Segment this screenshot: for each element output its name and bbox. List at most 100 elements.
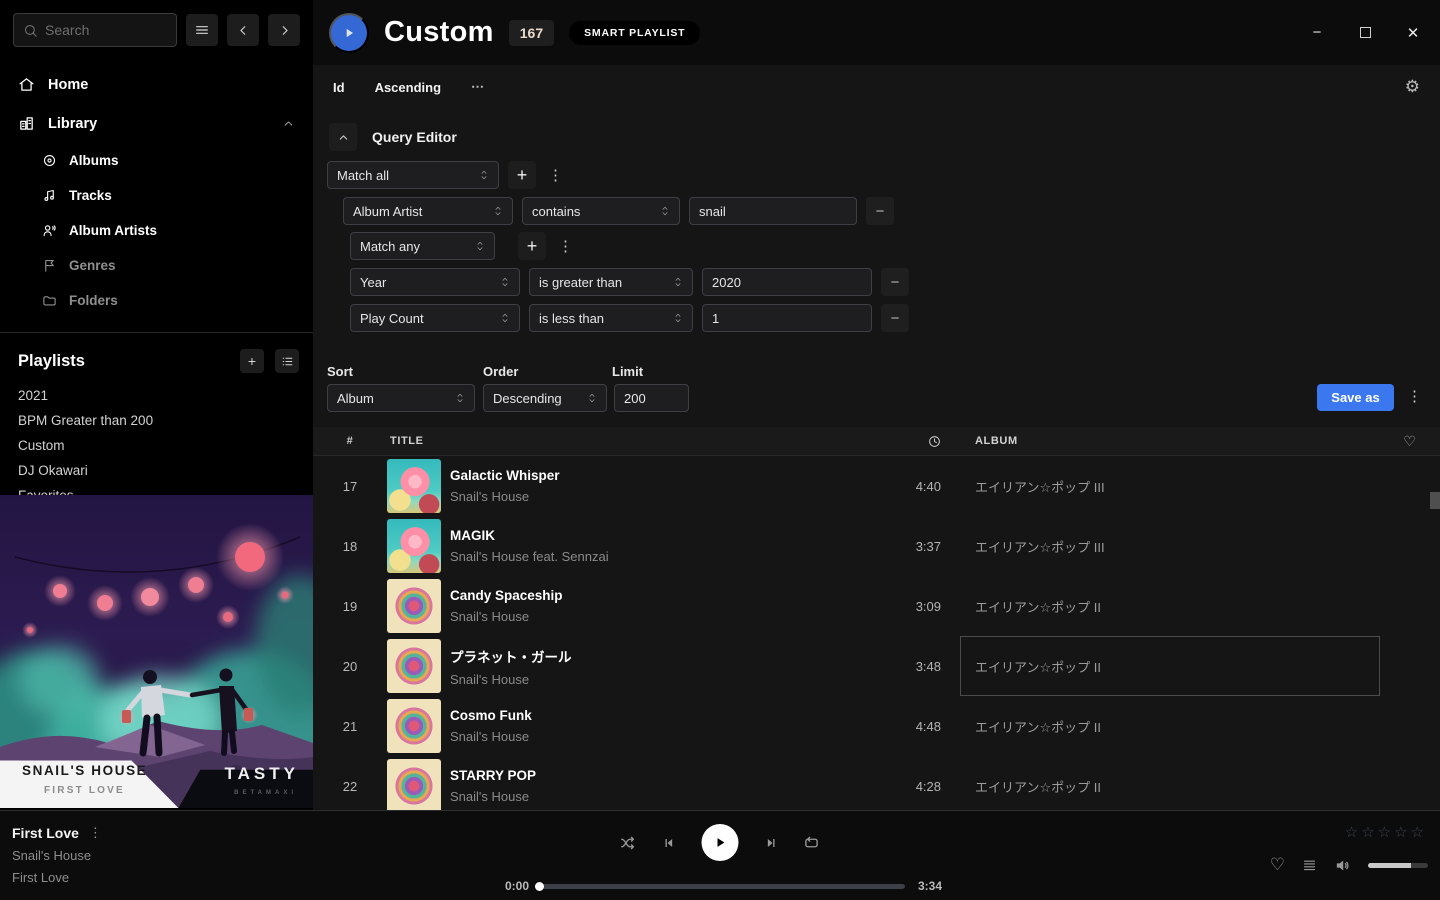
track-artist[interactable]: Snail's House: [450, 489, 560, 504]
play-pause-button[interactable]: [702, 824, 739, 861]
column-header-title[interactable]: TITLE: [387, 435, 900, 447]
track-album[interactable]: エイリアン☆ポップ II: [975, 657, 1101, 676]
nav-forward-button[interactable]: [268, 14, 300, 46]
column-header-index[interactable]: #: [313, 435, 387, 447]
add-playlist-button[interactable]: +: [240, 349, 264, 373]
match-any-select[interactable]: Match any: [350, 232, 495, 260]
volume-slider[interactable]: [1368, 863, 1428, 868]
track-album[interactable]: エイリアン☆ポップ II: [975, 777, 1101, 796]
sidebar-item-folders[interactable]: Folders: [0, 283, 313, 318]
rating-stars[interactable]: ☆ ☆ ☆ ☆ ☆: [1345, 823, 1424, 841]
table-row[interactable]: 17 Galactic Whisper Snail's House 4:40 エ…: [313, 456, 1440, 516]
more-options-button[interactable]: ⋯: [471, 79, 486, 95]
track-artist[interactable]: Snail's House: [450, 609, 563, 624]
scrollbar-thumb[interactable]: [1430, 492, 1440, 509]
sort-direction-button[interactable]: Ascending: [375, 80, 441, 95]
sidebar-item-albums[interactable]: Albums: [0, 143, 313, 178]
sidebar-item-tracks[interactable]: Tracks: [0, 178, 313, 213]
track-title[interactable]: STARRY POP: [450, 768, 536, 783]
limit-input[interactable]: [614, 384, 689, 412]
sidebar-item-album-artists[interactable]: Album Artists: [0, 213, 313, 248]
playlist-item[interactable]: DJ Okawari: [0, 458, 313, 483]
search-field[interactable]: [45, 22, 167, 38]
previous-track-button[interactable]: [662, 835, 678, 851]
track-artist[interactable]: Snail's House: [450, 729, 532, 744]
now-playing-title[interactable]: First Love: [12, 825, 79, 841]
save-menu-button[interactable]: ⋮: [1407, 387, 1422, 405]
focused-cell[interactable]: エイリアン☆ポップ II: [960, 636, 1380, 696]
group-rule-operator-select[interactable]: is less than: [529, 304, 693, 332]
group-rule-value-input[interactable]: [702, 268, 872, 296]
column-header-album[interactable]: ALBUM: [960, 435, 1380, 447]
table-row[interactable]: 18 MAGIK Snail's House feat. Sennzai 3:3…: [313, 516, 1440, 576]
track-title[interactable]: MAGIK: [450, 528, 609, 543]
star-icon[interactable]: ☆: [1361, 823, 1374, 841]
track-album[interactable]: エイリアン☆ポップ II: [975, 717, 1101, 736]
sidebar-item-genres[interactable]: Genres: [0, 248, 313, 283]
rule-field-select[interactable]: Album Artist: [343, 197, 513, 225]
playlist-item[interactable]: BPM Greater than 200: [0, 408, 313, 433]
volume-button[interactable]: [1334, 857, 1351, 874]
table-row[interactable]: 22 STARRY POP Snail's House 4:28 エイリアン☆ポ…: [313, 756, 1440, 810]
menu-button[interactable]: [186, 14, 218, 46]
order-select[interactable]: Descending: [483, 384, 607, 412]
window-close-button[interactable]: ✕: [1404, 24, 1422, 42]
add-group-rule-button[interactable]: +: [518, 232, 546, 260]
now-playing-album[interactable]: First Love: [12, 870, 102, 885]
track-title[interactable]: Galactic Whisper: [450, 468, 560, 483]
sort-select[interactable]: Album: [327, 384, 475, 412]
playlist-list-button[interactable]: [275, 349, 299, 373]
sidebar-item-library[interactable]: Library: [0, 104, 313, 143]
queue-button[interactable]: [1302, 858, 1317, 873]
track-album[interactable]: エイリアン☆ポップ III: [975, 477, 1105, 496]
repeat-button[interactable]: [803, 834, 821, 852]
match-all-select[interactable]: Match all: [327, 161, 499, 189]
star-icon[interactable]: ☆: [1345, 823, 1358, 841]
playlist-item[interactable]: Custom: [0, 433, 313, 458]
query-editor-collapse-button[interactable]: [329, 123, 357, 151]
sort-field-button[interactable]: Id: [333, 80, 345, 95]
now-playing-album-art[interactable]: SNAIL'S HOUSE FIRST LOVE TASTY BETAMAXI: [0, 495, 313, 808]
table-row[interactable]: 21 Cosmo Funk Snail's House 4:48 エイリアン☆ポ…: [313, 696, 1440, 756]
search-input[interactable]: [13, 13, 177, 47]
play-playlist-button[interactable]: [329, 13, 369, 53]
remove-group-rule-button[interactable]: −: [881, 268, 909, 296]
nav-back-button[interactable]: [227, 14, 259, 46]
track-title[interactable]: Candy Spaceship: [450, 588, 563, 603]
remove-rule-button[interactable]: −: [866, 197, 894, 225]
chevron-up-icon[interactable]: [282, 117, 295, 130]
shuffle-button[interactable]: [620, 834, 638, 852]
column-header-favorite[interactable]: ♡: [1380, 433, 1440, 450]
track-album[interactable]: エイリアン☆ポップ III: [975, 537, 1105, 556]
track-artist[interactable]: Snail's House: [450, 672, 572, 687]
track-artist[interactable]: Snail's House feat. Sennzai: [450, 549, 609, 564]
rule-operator-select[interactable]: contains: [522, 197, 680, 225]
column-header-duration[interactable]: [900, 435, 960, 448]
favorite-button[interactable]: ♡: [1270, 855, 1285, 875]
star-icon[interactable]: ☆: [1394, 823, 1407, 841]
seek-slider[interactable]: [535, 884, 905, 889]
rule-group-menu-button[interactable]: ⋮: [548, 166, 563, 184]
track-album[interactable]: エイリアン☆ポップ II: [975, 597, 1101, 616]
star-icon[interactable]: ☆: [1411, 823, 1424, 841]
group-rule-operator-select[interactable]: is greater than: [529, 268, 693, 296]
window-minimize-button[interactable]: −: [1308, 24, 1326, 42]
next-track-button[interactable]: [763, 835, 779, 851]
rule-value-input[interactable]: [689, 197, 857, 225]
seek-knob[interactable]: [535, 882, 544, 891]
track-artist[interactable]: Snail's House: [450, 789, 536, 804]
group-menu-button[interactable]: ⋮: [558, 237, 573, 255]
add-rule-button[interactable]: +: [508, 161, 536, 189]
playlist-item[interactable]: 2021: [0, 383, 313, 408]
table-row[interactable]: 19 Candy Spaceship Snail's House 3:09 エイ…: [313, 576, 1440, 636]
now-playing-artist[interactable]: Snail's House: [12, 848, 102, 863]
remove-group-rule-button[interactable]: −: [881, 304, 909, 332]
table-settings-button[interactable]: ⚙: [1405, 77, 1420, 97]
star-icon[interactable]: ☆: [1378, 823, 1391, 841]
table-row[interactable]: 20 プラネット・ガール Snail's House 3:48 エイリアン☆ポッ…: [313, 636, 1440, 696]
sidebar-item-home[interactable]: Home: [0, 65, 313, 104]
group-rule-field-select[interactable]: Year: [350, 268, 520, 296]
track-title[interactable]: プラネット・ガール: [450, 646, 572, 666]
track-title[interactable]: Cosmo Funk: [450, 708, 532, 723]
save-as-button[interactable]: Save as: [1317, 384, 1394, 411]
